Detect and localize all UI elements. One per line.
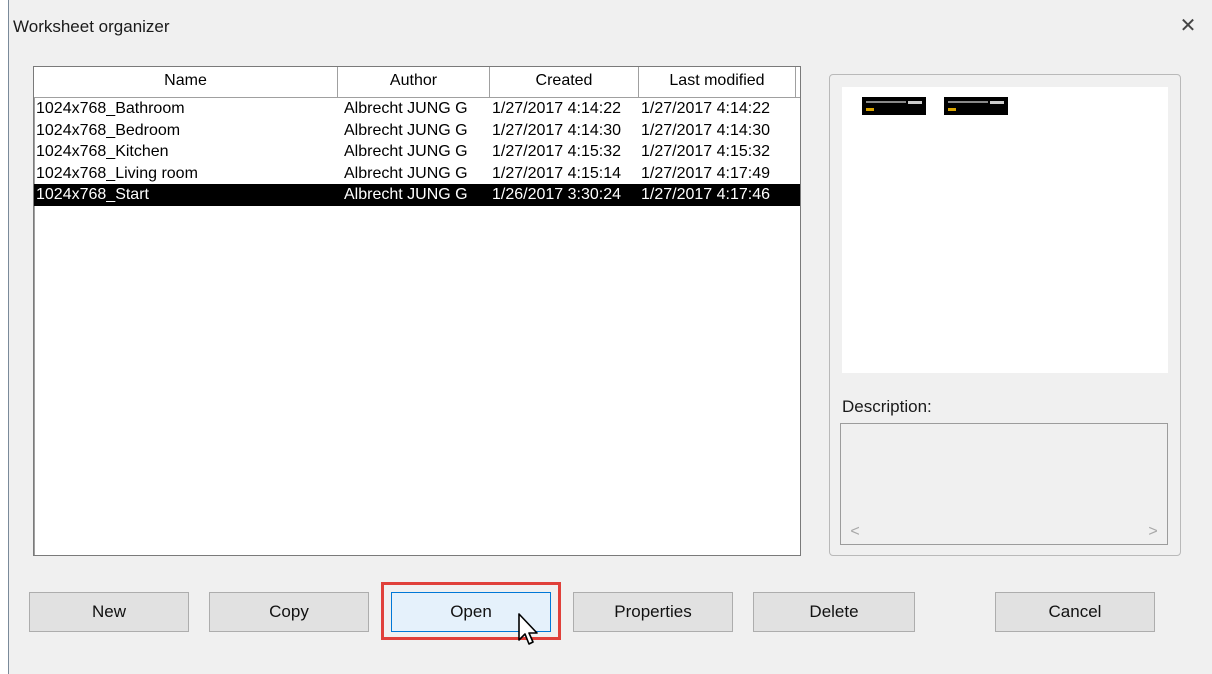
worksheet-list[interactable]: Name Author Created Last modified 1024x7…	[33, 66, 801, 556]
list-header: Name Author Created Last modified	[34, 67, 800, 98]
row-modified: 1/27/2017 4:14:30	[641, 121, 771, 139]
scroll-right-icon[interactable]: >	[1141, 520, 1165, 544]
row-name: 1024x768_Bedroom	[36, 121, 181, 139]
cancel-button[interactable]: Cancel	[995, 592, 1155, 632]
description-label: Description:	[842, 397, 932, 416]
description-box[interactable]: < >	[840, 423, 1168, 545]
worksheet-thumbnail	[944, 97, 1008, 115]
row-name: 1024x768_Living room	[36, 164, 198, 182]
scroll-left-icon[interactable]: <	[843, 520, 867, 544]
mouse-pointer-icon	[518, 613, 538, 645]
worksheet-preview	[842, 87, 1168, 373]
list-row[interactable]: 1024x768_Kitchen Albrecht JUNG G 1/27/20…	[34, 141, 800, 163]
list-row[interactable]: 1024x768_Living room Albrecht JUNG G 1/2…	[34, 163, 800, 185]
row-name: 1024x768_Kitchen	[36, 143, 169, 161]
row-modified: 1/27/2017 4:17:49	[641, 164, 771, 182]
close-icon[interactable]: ✕	[1174, 12, 1202, 40]
list-row-selected[interactable]: 1024x768_Start Albrecht JUNG G 1/26/2017…	[34, 184, 800, 206]
worksheet-thumbnail	[862, 97, 926, 115]
dialog-title: Worksheet organizer	[13, 17, 170, 36]
column-header-created[interactable]: Created	[490, 67, 639, 97]
row-modified: 1/27/2017 4:17:46	[641, 186, 771, 204]
row-author: Albrecht JUNG G	[344, 143, 468, 161]
row-created: 1/27/2017 4:15:14	[492, 164, 622, 182]
copy-button[interactable]: Copy	[209, 592, 369, 632]
column-header-author[interactable]: Author	[338, 67, 490, 97]
list-row[interactable]: 1024x768_Bathroom Albrecht JUNG G 1/27/2…	[34, 98, 800, 120]
title-bar: Worksheet organizer ✕	[9, 0, 1212, 56]
preview-panel: Description: < >	[829, 74, 1181, 556]
column-header-last-modified[interactable]: Last modified	[639, 67, 796, 97]
row-author: Albrecht JUNG G	[344, 164, 468, 182]
worksheet-organizer-dialog: Worksheet organizer ✕ Name Author Create…	[8, 0, 1212, 674]
row-author: Albrecht JUNG G	[344, 186, 468, 204]
row-modified: 1/27/2017 4:15:32	[641, 143, 771, 161]
row-name: 1024x768_Bathroom	[36, 100, 185, 117]
description-hscrollbar[interactable]: < >	[841, 520, 1167, 544]
list-row[interactable]: 1024x768_Bedroom Albrecht JUNG G 1/27/20…	[34, 120, 800, 142]
row-name: 1024x768_Start	[36, 186, 149, 204]
properties-button[interactable]: Properties	[573, 592, 733, 632]
delete-button[interactable]: Delete	[753, 592, 915, 632]
row-created: 1/27/2017 4:15:32	[492, 143, 622, 161]
row-created: 1/27/2017 4:14:30	[492, 121, 622, 139]
new-button[interactable]: New	[29, 592, 189, 632]
row-author: Albrecht JUNG G	[344, 121, 468, 139]
row-author: Albrecht JUNG G	[344, 100, 468, 117]
row-created: 1/26/2017 3:30:24	[492, 186, 622, 204]
column-header-name[interactable]: Name	[34, 67, 338, 97]
row-modified: 1/27/2017 4:14:22	[641, 100, 771, 117]
row-created: 1/27/2017 4:14:22	[492, 100, 622, 117]
